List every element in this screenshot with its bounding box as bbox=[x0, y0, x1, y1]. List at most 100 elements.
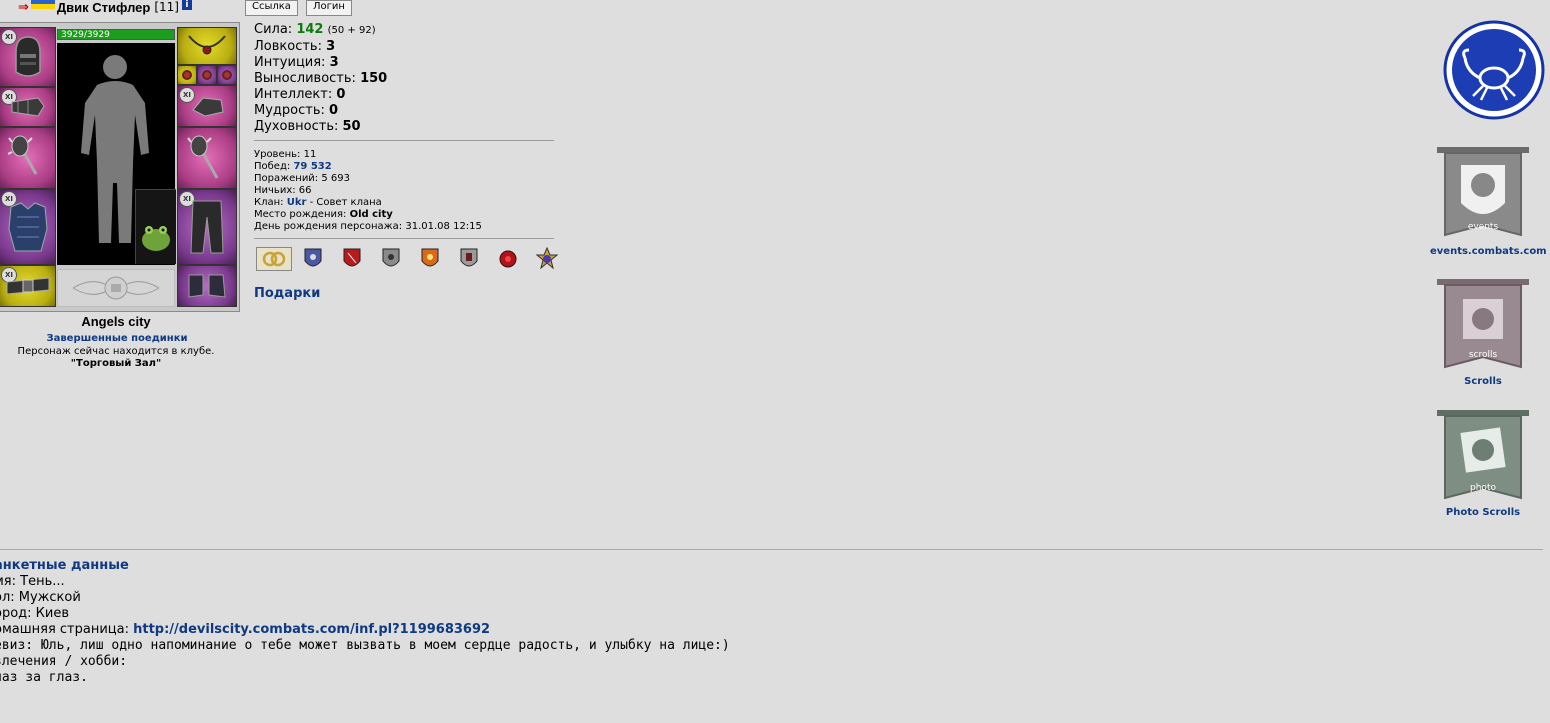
rose-icon bbox=[499, 250, 516, 268]
right-weapon-slot[interactable] bbox=[177, 127, 237, 189]
info-birthplace: Место рождения: Old city bbox=[254, 209, 393, 220]
info-draws: Ничьих: 66 bbox=[254, 185, 312, 196]
armor-icon bbox=[7, 202, 48, 252]
ring-icon bbox=[222, 70, 232, 80]
shield-icon bbox=[382, 248, 399, 267]
homepage-link[interactable]: http://devilscity.combats.com/inf.pl?119… bbox=[133, 622, 490, 637]
info-icon[interactable]: i bbox=[181, 0, 192, 10]
boots-right-slot[interactable] bbox=[177, 265, 237, 307]
stat-spirituality: Духовность: 50 bbox=[254, 119, 361, 134]
badges-row bbox=[254, 246, 566, 272]
stat-strength: Сила: 142 (50 + 92) bbox=[254, 22, 376, 37]
flag-icon bbox=[30, 0, 55, 9]
info-birthday: День рождения персонажа: 31.01.08 12:15 bbox=[254, 221, 482, 232]
helmet-slot[interactable]: XI bbox=[0, 27, 56, 87]
amulet-slot[interactable] bbox=[177, 27, 237, 65]
mace-icon bbox=[7, 135, 37, 175]
character-level: [11] bbox=[154, 0, 179, 14]
ring1-slot[interactable] bbox=[177, 65, 197, 85]
profile-motto: евиз: Юль, лиш одно напоминание о тебе м… bbox=[0, 638, 730, 653]
location-name: "Торговый Зал" bbox=[70, 358, 162, 369]
star-emblem-icon bbox=[535, 247, 558, 270]
ring3-slot[interactable] bbox=[217, 65, 237, 85]
hp-bar: 3929/3929 bbox=[57, 29, 175, 40]
scrolls-banner[interactable]: scrolls Scrolls bbox=[1430, 277, 1536, 387]
left-weapon-slot[interactable] bbox=[0, 127, 56, 189]
shield-icon bbox=[421, 248, 438, 267]
bracers-slot[interactable]: XI bbox=[0, 87, 56, 127]
ring2-slot[interactable] bbox=[197, 65, 217, 85]
wedding-rings-icon bbox=[255, 247, 292, 271]
shield-icon bbox=[343, 248, 360, 267]
profile-data: анкетные данные мя: Тень... ол: Мужской … bbox=[0, 558, 730, 686]
stat-intellect: Интеллект: 0 bbox=[254, 87, 346, 102]
shield-badge-2[interactable] bbox=[332, 246, 371, 272]
shield-badge-5[interactable] bbox=[449, 246, 488, 272]
helmet-icon bbox=[14, 36, 41, 77]
events-banner[interactable]: events events.combats.com bbox=[1430, 145, 1547, 257]
stat-agility: Ловкость: 3 bbox=[254, 39, 336, 54]
shield-badge-4[interactable] bbox=[410, 246, 449, 272]
bracer-icon bbox=[11, 97, 45, 117]
shield-badge-6[interactable] bbox=[488, 246, 527, 272]
shield-icon bbox=[304, 248, 321, 267]
events-caption[interactable]: events.combats.com bbox=[1430, 246, 1547, 257]
pet-slot[interactable] bbox=[135, 189, 176, 264]
crest-icon bbox=[72, 276, 160, 300]
info-level: Уровень: 11 bbox=[254, 149, 317, 160]
necklace-icon bbox=[188, 35, 226, 55]
info-clan: Клан: Ukr - Совет клана bbox=[254, 197, 382, 208]
gifts-link[interactable]: Подарки bbox=[254, 286, 320, 301]
character-name: Двик Стифлер bbox=[56, 0, 151, 15]
ring-icon bbox=[182, 70, 192, 80]
scrolls-caption[interactable]: Scrolls bbox=[1430, 376, 1536, 387]
pants-slot[interactable]: XI bbox=[177, 189, 237, 265]
clan-link[interactable]: Ukr bbox=[287, 197, 307, 208]
divider bbox=[0, 549, 1543, 550]
divider bbox=[254, 140, 554, 141]
shield-badge-3[interactable] bbox=[371, 246, 410, 272]
scrolls-banner-icon: scrolls bbox=[1437, 279, 1529, 369]
photo-scrolls-banner[interactable]: photo Photo Scrolls bbox=[1430, 408, 1536, 518]
character-silhouette bbox=[57, 43, 176, 265]
profile-hobby-label: влечения / хобби: bbox=[0, 654, 128, 669]
stat-wisdom: Мудрость: 0 bbox=[254, 103, 339, 118]
photo-scrolls-caption[interactable]: Photo Scrolls bbox=[1430, 507, 1536, 518]
gloves-icon bbox=[192, 97, 224, 117]
arrow-icon: ⇒ bbox=[18, 0, 29, 15]
profile-sex: ол: Мужской bbox=[0, 590, 81, 605]
profile-city: ород: Киев bbox=[0, 606, 69, 621]
character-header: ⇒ Двик Стифлер [11] i bbox=[18, 0, 192, 15]
profile-hobby: лаз за глаз. bbox=[0, 670, 88, 685]
profile-name: мя: Тень... bbox=[0, 574, 65, 589]
mace-icon bbox=[187, 135, 219, 179]
shield-icon bbox=[460, 248, 477, 267]
pet-frog-icon bbox=[142, 226, 170, 251]
shield-badge-7[interactable] bbox=[527, 246, 566, 272]
crab-logo[interactable] bbox=[1443, 20, 1545, 123]
events-banner-icon: events bbox=[1437, 147, 1529, 237]
stats-block: Сила: 142 (50 + 92) Ловкость: 3 Интуиция… bbox=[254, 22, 387, 135]
events-banner-label: events bbox=[1468, 222, 1499, 232]
photo-banner-label: photo bbox=[1470, 483, 1496, 493]
gloves-slot[interactable]: XI bbox=[177, 85, 237, 127]
finished-duels-link[interactable]: Завершенные поединки bbox=[10, 333, 224, 344]
login-button[interactable]: Логин bbox=[306, 0, 352, 16]
clan-crest bbox=[57, 269, 175, 307]
stat-intuition: Интуиция: 3 bbox=[254, 55, 339, 70]
divider bbox=[254, 238, 554, 239]
armor-slot[interactable]: XI bbox=[0, 189, 56, 265]
location-text: Персонаж сейчас находится в клубе. bbox=[17, 346, 215, 357]
character-info: Уровень: 11 Побед: 79 532 Поражений: 5 6… bbox=[254, 149, 482, 233]
profile-title[interactable]: анкетные данные bbox=[0, 558, 129, 573]
city-name: Angels city bbox=[81, 314, 151, 329]
ring-icon bbox=[202, 70, 212, 80]
pants-icon bbox=[190, 200, 224, 254]
boots-slot[interactable]: XI bbox=[0, 265, 56, 307]
shield-badge-1[interactable] bbox=[293, 246, 332, 272]
info-losses: Поражений: 5 693 bbox=[254, 173, 351, 184]
rings-badge[interactable] bbox=[254, 246, 293, 272]
profile-homepage: омашняя страница: http://devilscity.comb… bbox=[0, 622, 491, 637]
link-button[interactable]: Ссылка bbox=[245, 0, 298, 16]
info-wins: Побед: 79 532 bbox=[254, 161, 332, 172]
